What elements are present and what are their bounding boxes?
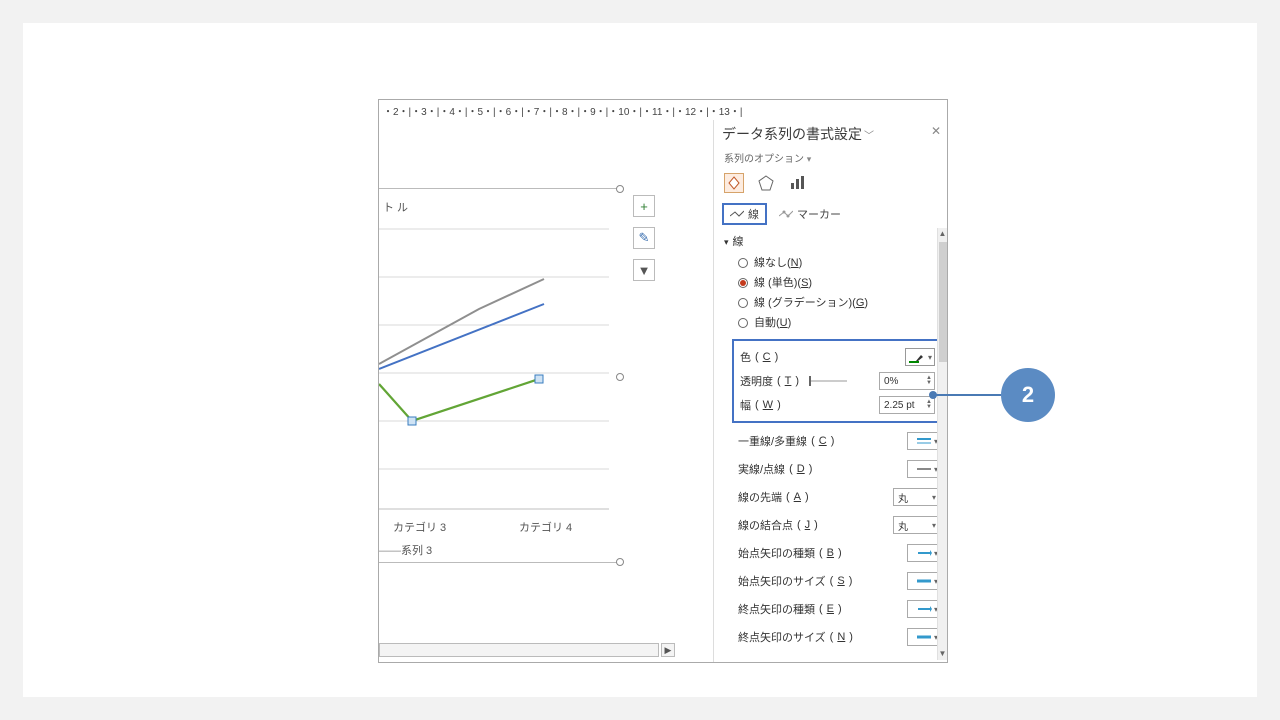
begin-arrow-size-label: 始点矢印のサイズ(S) [738,573,852,589]
series-options-dropdown[interactable]: 系列のオプション ▾ [714,144,947,169]
line-icon [730,210,744,218]
horizontal-scrollbar[interactable] [379,643,659,657]
callout-number: 2 [1001,368,1055,422]
end-arrow-type-label: 終点矢印の種類(E) [738,601,842,617]
chart-styles-button[interactable]: ✎ [633,227,655,249]
width-input[interactable]: 2.25 pt▲▼ [879,396,935,414]
radio-auto-line[interactable]: 自動(U) [738,313,947,333]
cap-type-dropdown[interactable]: 丸▾ [893,488,941,506]
chart-elements-button[interactable]: + [633,195,655,217]
dash-type-dropdown[interactable]: ▾ [907,460,941,478]
radio-no-line[interactable]: 線なし(N) [738,253,947,273]
join-type-label: 線の結合点(J) [738,517,818,533]
horizontal-ruler: ・2・|・3・|・4・|・5・|・6・|・7・|・8・|・9・|・10・|・11… [379,100,713,120]
fill-and-line-icon[interactable] [724,173,744,193]
chart-quick-buttons: + ✎ ▼ [633,195,655,291]
chart-plot-area [379,189,620,519]
panel-vertical-scrollbar[interactable]: ▲ ▼ [937,228,947,660]
series-options-icon[interactable] [788,173,808,193]
begin-arrow-size-dropdown[interactable]: ▾ [907,572,941,590]
transparency-input[interactable]: 0%▲▼ [879,372,935,390]
panel-title: データ系列の書式設定﹀ [714,120,947,144]
join-type-dropdown[interactable]: 丸▾ [893,516,941,534]
chart-legend: ——系列 3 [379,542,432,558]
marker-icon [779,210,793,218]
width-label: 幅(W) [740,397,781,413]
transparency-label: 透明度(T) [740,373,847,389]
scroll-right-button[interactable]: ▶ [661,643,675,657]
tab-marker[interactable]: マーカー [773,203,847,225]
selection-handle[interactable] [616,558,624,566]
close-icon[interactable]: ✕ [931,124,941,138]
chart-filter-button[interactable]: ▼ [633,259,655,281]
cap-type-label: 線の先端(A) [738,489,809,505]
highlighted-properties-box: 色(C) ▾ 透明度(T) 0%▲▼ 幅(W) 2.25 pt▲▼ [732,339,941,423]
format-data-series-panel: ✕ データ系列の書式設定﹀ 系列のオプション ▾ [713,120,947,662]
end-arrow-size-dropdown[interactable]: ▾ [907,628,941,646]
dash-type-label: 実線/点線(D) [738,461,812,477]
line-section-header[interactable]: ▾線 [714,231,947,253]
chart-object-frame[interactable]: ト ル [379,188,620,563]
begin-arrow-type-label: 始点矢印の種類(B) [738,545,842,561]
slide-card: ・2・|・3・|・4・|・5・|・6・|・7・|・8・|・9・|・10・|・11… [23,23,1257,697]
screenshot-region: ・2・|・3・|・4・|・5・|・6・|・7・|・8・|・9・|・10・|・11… [378,99,948,663]
radio-solid-line[interactable]: 線 (単色)(S) [738,273,947,293]
end-arrow-type-dropdown[interactable]: ▾ [907,600,941,618]
radio-gradient-line[interactable]: 線 (グラデーション)(G) [738,293,947,313]
transparency-slider[interactable] [809,380,847,382]
compound-type-dropdown[interactable]: ▾ [907,432,941,450]
color-label: 色(C) [740,349,778,365]
begin-arrow-type-dropdown[interactable]: ▾ [907,544,941,562]
effects-icon[interactable] [756,173,776,193]
tab-line[interactable]: 線 [722,203,767,225]
end-arrow-size-label: 終点矢印のサイズ(N) [738,629,853,645]
compound-type-label: 一重線/多重線(C) [738,433,834,449]
color-picker-button[interactable]: ▾ [905,348,935,366]
